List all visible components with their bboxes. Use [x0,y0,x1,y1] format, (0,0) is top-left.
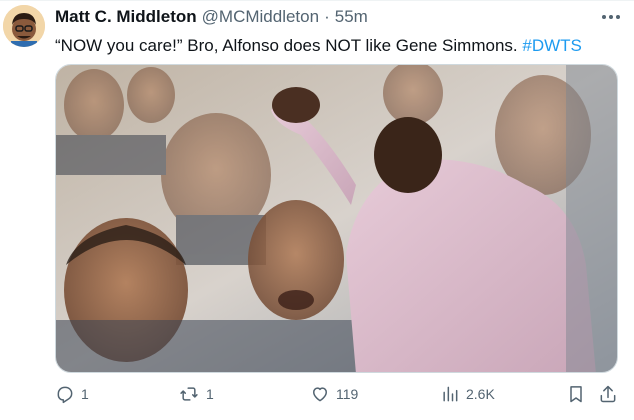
view-count: 2.6K [466,386,495,402]
reply-count: 1 [81,386,89,402]
like-button[interactable]: 119 [310,384,358,404]
share-upload-icon [600,385,616,403]
tweet-text-main: “NOW you care!” Bro, Alfonso does NOT li… [55,36,518,55]
timestamp[interactable]: 55m [335,7,368,27]
action-bar: 1 1 119 2.6K [55,384,618,408]
tweet[interactable]: Matt C. Middleton @MCMiddleton · 55m “NO… [0,0,634,420]
tweet-media-image[interactable] [55,64,618,373]
comment-bubble-icon [57,386,73,404]
separator-dot: · [324,7,330,26]
tweet-header: Matt C. Middleton @MCMiddleton · 55m [55,7,368,27]
bar-chart-icon [443,386,458,402]
author-name[interactable]: Matt C. Middleton [55,7,197,27]
share-button[interactable] [598,384,618,404]
bookmark-button[interactable] [566,384,586,404]
hashtag-link[interactable]: #DWTS [522,36,582,55]
repost-count: 1 [206,386,214,402]
author-handle[interactable]: @MCMiddleton [202,7,319,27]
heart-icon [313,387,327,402]
reply-button[interactable]: 1 [55,384,89,404]
tweet-text: “NOW you care!” Bro, Alfonso does NOT li… [55,35,582,57]
bookmark-icon [570,386,582,403]
repost-arrows-icon [180,387,198,401]
more-options-button[interactable] [598,7,624,27]
repost-button[interactable]: 1 [178,384,214,404]
avatar[interactable] [3,5,45,47]
like-count: 119 [336,386,359,402]
views-button[interactable]: 2.6K [440,384,495,404]
more-horizontal-icon [602,15,606,19]
